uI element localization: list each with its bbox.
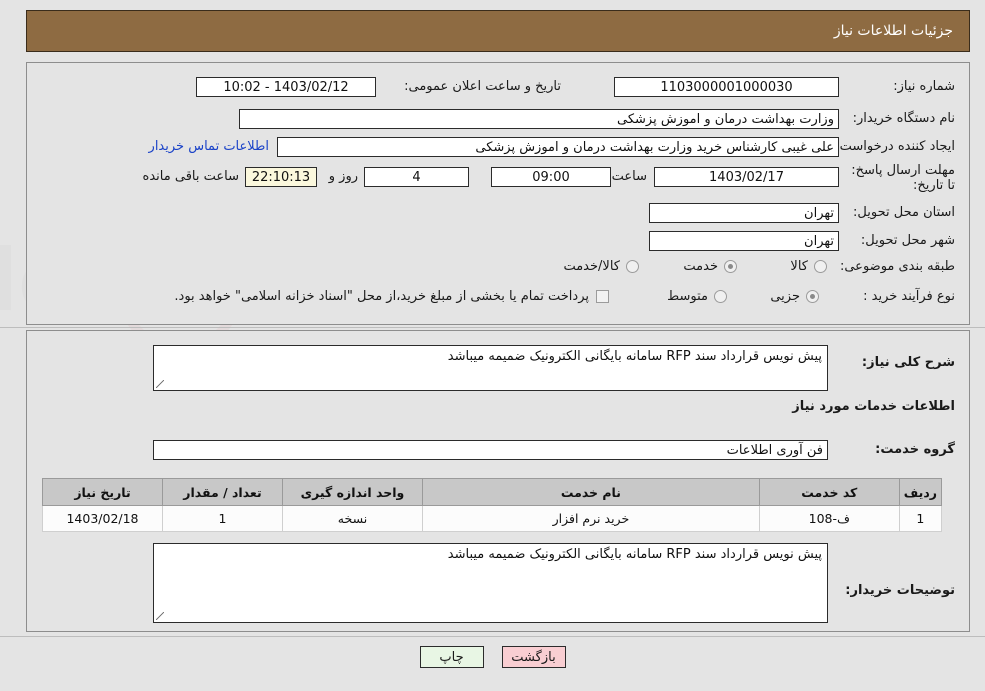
services-section-title: اطلاعات خدمات مورد نیاز <box>792 399 955 414</box>
cell-code: ف-108 <box>758 505 900 532</box>
process-option-label-0: جزیی <box>770 289 800 304</box>
buyer-notes-label: توضیحات خریدار: <box>845 583 955 598</box>
header-bar: جزئیات اطلاعات نیاز <box>26 10 970 52</box>
cell-quantity: 1 <box>162 505 283 532</box>
footer-actions: بازگشت چاپ <box>0 646 985 668</box>
category-radio-khedmat[interactable]: خدمت <box>673 259 737 274</box>
deadline-time-label: ساعت <box>611 169 647 184</box>
deadline-label: مهلت ارسال پاسخ: تا تاریخ: <box>851 163 955 193</box>
city-label: شهر محل تحویل: <box>860 233 955 248</box>
days-remaining-field: 4 <box>364 167 469 187</box>
services-table: ردیف کد خدمت نام خدمت واحد اندازه گیری ت… <box>42 478 943 532</box>
treasury-checkbox-row[interactable]: پرداخت تمام یا بخشی از مبلغ خرید،از محل … <box>174 289 609 304</box>
buyer-org-row: نام دستگاه خریدار: <box>853 111 955 126</box>
cell-name: خرید نرم افزار <box>422 505 760 532</box>
announce-label-wrap: تاریخ و ساعت اعلان عمومی: <box>404 79 561 94</box>
summary-textarea[interactable]: پیش نویس قرارداد سند RFP سامانه بایگانی … <box>153 345 828 391</box>
table-row: 1 ف-108 خرید نرم افزار نسخه 1 1403/02/18 <box>42 505 943 532</box>
table-header-row: ردیف کد خدمت نام خدمت واحد اندازه گیری ت… <box>42 478 943 506</box>
col-header-name: نام خدمت <box>422 478 760 506</box>
category-radio-kala[interactable]: کالا <box>780 259 827 274</box>
service-group-label: گروه خدمت: <box>875 442 955 457</box>
buyer-org-field: وزارت بهداشت درمان و اموزش پزشکی <box>239 109 839 129</box>
process-row: نوع فرآیند خرید : <box>863 289 955 304</box>
process-type-label: نوع فرآیند خرید : <box>863 289 955 304</box>
need-number-row: شماره نیاز: <box>893 79 955 94</box>
requester-row: ایجاد کننده درخواست: <box>835 139 955 154</box>
announce-date-label: تاریخ و ساعت اعلان عمومی: <box>404 79 561 94</box>
col-header-radif: ردیف <box>898 478 943 506</box>
radio-icon-kala[interactable] <box>814 260 827 273</box>
requester-label: ایجاد کننده درخواست: <box>835 139 955 154</box>
deadline-time-field: 09:00 <box>491 167 611 187</box>
divider-top <box>0 327 985 328</box>
col-header-date: تاریخ نیاز <box>42 478 163 506</box>
category-row: طبقه بندی موضوعی: <box>840 259 955 274</box>
col-header-unit: واحد اندازه گیری <box>282 478 423 506</box>
countdown-field: 22:10:13 <box>245 167 317 187</box>
cell-date: 1403/02/18 <box>42 505 163 532</box>
need-number-label: شماره نیاز: <box>893 79 955 94</box>
col-header-code: کد خدمت <box>758 478 900 506</box>
page-title: جزئیات اطلاعات نیاز <box>833 23 953 39</box>
page-root: AriaTender.net جزئیات اطلاعات نیاز شماره… <box>0 0 985 691</box>
category-label: طبقه بندی موضوعی: <box>839 259 955 274</box>
process-radio-motevasset[interactable]: متوسط <box>657 289 727 304</box>
requester-field: علی غیبی کارشناس خرید وزارت بهداشت درمان… <box>277 137 839 157</box>
category-option-label-2: کالا/خدمت <box>563 259 620 274</box>
need-number-field: 1103000001000030 <box>614 77 839 97</box>
cell-unit: نسخه <box>282 505 423 532</box>
cell-radif: 1 <box>898 505 943 532</box>
province-label: استان محل تحویل: <box>853 205 955 220</box>
deadline-date-field: 1403/02/17 <box>654 167 839 187</box>
divider-bottom <box>0 636 985 637</box>
buyer-org-label: نام دستگاه خریدار: <box>852 111 955 126</box>
days-remaining-label: روز و <box>328 169 358 184</box>
category-option-label-0: کالا <box>790 259 808 274</box>
category-option-label-1: خدمت <box>683 259 718 274</box>
buyer-contact-link[interactable]: اطلاعات تماس خریدار <box>149 139 269 154</box>
process-radio-jozii[interactable]: جزیی <box>760 289 819 304</box>
print-button[interactable]: چاپ <box>419 646 484 668</box>
announce-date-field: 1403/02/12 - 10:02 <box>196 77 376 97</box>
need-info-panel: شماره نیاز: 1103000001000030 تاریخ و ساع… <box>26 62 970 325</box>
category-radio-kala-khedmat[interactable]: کالا/خدمت <box>553 259 639 274</box>
province-field: تهران <box>649 203 839 223</box>
radio-icon-jozii[interactable] <box>806 290 819 303</box>
province-row: استان محل تحویل: <box>853 205 955 220</box>
back-button[interactable]: بازگشت <box>501 646 566 668</box>
treasury-checkbox-label: پرداخت تمام یا بخشی از مبلغ خرید،از محل … <box>174 289 589 304</box>
process-option-label-1: متوسط <box>667 289 708 304</box>
city-field: تهران <box>649 231 839 251</box>
buyer-notes-textarea[interactable]: پیش نویس قرارداد سند RFP سامانه بایگانی … <box>153 543 828 623</box>
radio-icon-motevasset[interactable] <box>714 290 727 303</box>
service-group-field: فن آوری اطلاعات <box>153 440 828 460</box>
city-row: شهر محل تحویل: <box>861 233 955 248</box>
countdown-label: ساعت باقی مانده <box>142 169 239 184</box>
summary-label: شرح کلی نیاز: <box>861 355 955 370</box>
radio-icon-khedmat[interactable] <box>724 260 737 273</box>
col-header-quantity: تعداد / مقدار <box>162 478 283 506</box>
radio-icon-kala-khedmat[interactable] <box>626 260 639 273</box>
checkbox-icon-treasury[interactable] <box>596 290 609 303</box>
